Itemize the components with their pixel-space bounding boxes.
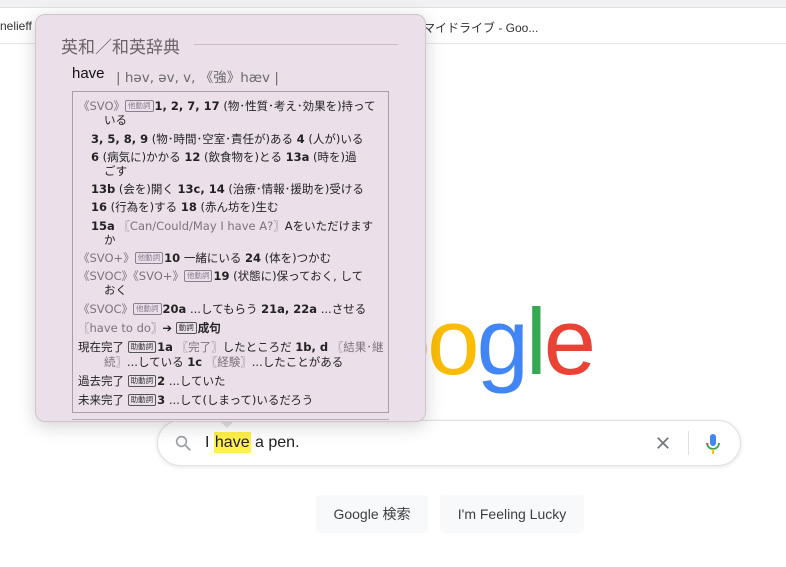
logo-letter: g <box>476 289 529 394</box>
bookmark-item[interactable]: nelieff <box>0 19 32 33</box>
dictionary-title: 英和／和英辞典 <box>61 38 180 58</box>
definition-line: 《SVOC》《SVO+》 他動詞 19 (状態に)保っておく, して <box>78 269 364 283</box>
definition-list: 《SVO》 他動詞 1, 2, 7, 17 (物･性質･考え･効果を)持って いる … <box>72 91 389 413</box>
definition-line: 6 (病気に)かかる 12 (飲食物を)とる 13a (時を)過 <box>91 150 357 164</box>
clear-icon[interactable] <box>654 434 672 452</box>
definition-line: 13b (会を)開く 13c, 14 (治療･情報･援助を)受ける <box>91 182 364 196</box>
definition-line: 続〗...している 1c 〖経験〗...したことがある <box>104 355 344 369</box>
definition-line: おく <box>104 283 127 297</box>
definition-line: 《SVO+》 他動詞 10 一緒にいる 24 (体を)つかむ <box>78 251 332 265</box>
search-box[interactable]: I have a pen. <box>157 420 741 466</box>
search-input[interactable]: I have a pen. <box>205 432 300 453</box>
query-text: I <box>205 434 214 451</box>
definition-line: か <box>104 233 116 247</box>
selected-word: have <box>213 432 251 453</box>
definition-line: 3, 5, 8, 9 (物･時間･空室･責任が)ある 4 (人が)いる <box>91 132 364 146</box>
divider <box>688 431 689 455</box>
feeling-lucky-button[interactable]: I'm Feeling Lucky <box>440 495 584 533</box>
definition-line: 〖have to do〗➔ 動詞 成句 <box>78 321 221 335</box>
headword: have <box>72 65 105 82</box>
browser-tab-strip <box>0 0 786 8</box>
google-search-button[interactable]: Google 検索 <box>316 495 428 533</box>
pronunciation: | həv, əv, v, 《強》hæv | <box>116 70 279 86</box>
mic-icon[interactable] <box>705 433 721 455</box>
logo-letter: e <box>543 289 596 394</box>
query-text: a pen. <box>250 434 300 451</box>
definition-line: 未来完了 助動詞 3 ...して(しまって)いるだろう <box>78 393 314 407</box>
logo-letter: o <box>427 289 479 394</box>
definition-line: 過去完了 助動詞 2 ...していた <box>78 374 226 388</box>
divider <box>72 419 389 420</box>
definition-line: ごす <box>104 164 128 178</box>
search-icon <box>175 435 191 451</box>
logo-letter: l <box>525 289 547 394</box>
bookmark-my-drive[interactable]: マイドライブ - Goo... <box>423 19 538 36</box>
dictionary-popup: 英和／和英辞典 have | həv, əv, v, 《強》hæv | 《SVO… <box>35 14 426 422</box>
definition-line: 現在完了 助動詞 1a 〖完了〗したところだ 1b, d 〖結果･継 <box>78 340 384 354</box>
definition-line: 《SVOC》 他動詞 20a ...してもらう 21a, 22a ...させる <box>78 302 367 316</box>
definition-line: 15a 〖Can/Could/May I have A?〗Aをいただけます <box>91 219 374 233</box>
divider <box>194 44 398 45</box>
definition-line: 《SVO》 他動詞 1, 2, 7, 17 (物･性質･考え･効果を)持って <box>78 99 376 113</box>
definition-line: 16 (行為を)する 18 (赤ん坊を)生む <box>91 200 279 214</box>
definition-line: いる <box>104 113 127 127</box>
